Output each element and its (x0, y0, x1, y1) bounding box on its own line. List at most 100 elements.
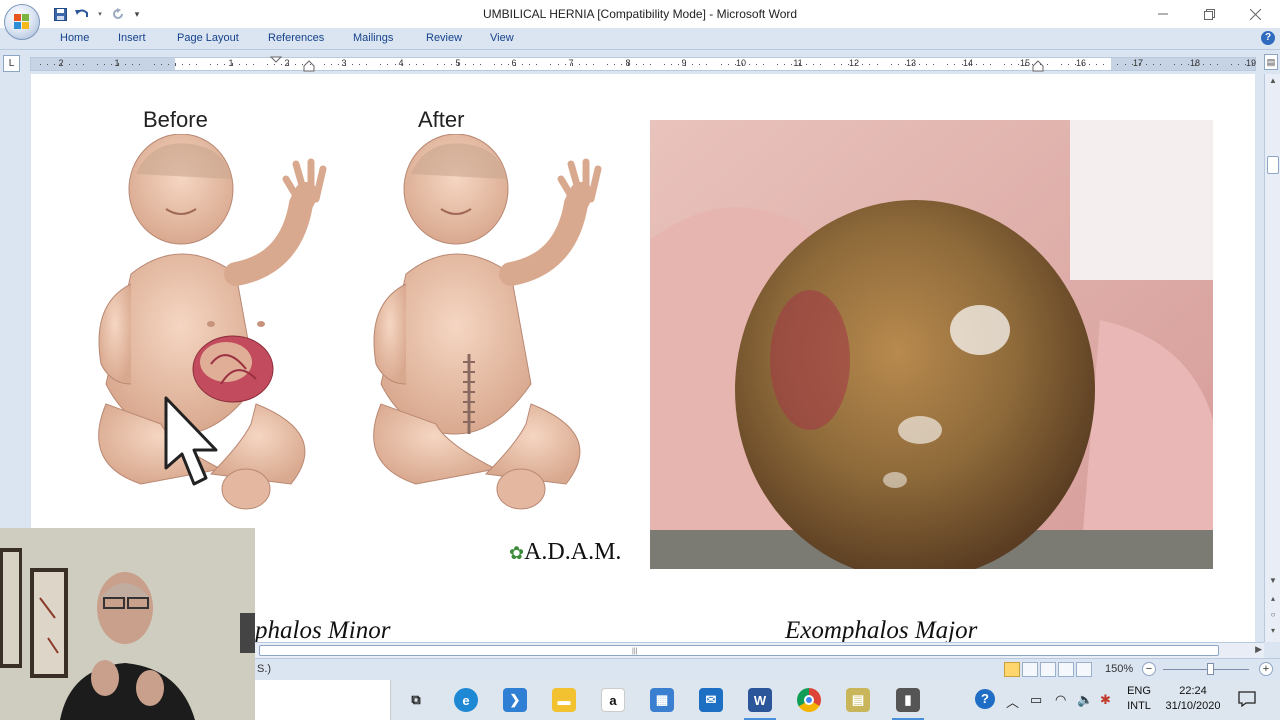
presenter-icon[interactable]: ▮ (896, 688, 920, 712)
tab-home[interactable]: Home (60, 32, 89, 44)
ruler-tick (111, 64, 112, 65)
language-status[interactable]: S.) (257, 663, 271, 675)
task-view-icon[interactable]: ⧉ (404, 688, 428, 712)
word-window: ▾ ▾ UMBILICAL HERNIA [Compatibility Mode… (0, 0, 1280, 720)
ruler-tick (344, 63, 346, 66)
ruler-tick (1060, 64, 1062, 65)
tab-selector-button[interactable]: L (3, 55, 20, 72)
office-button[interactable] (4, 4, 40, 40)
word-icon[interactable]: W (748, 688, 772, 712)
caption-exomphalos-major: Exomphalos Major (785, 617, 978, 642)
tab-references[interactable]: References (268, 32, 324, 44)
vertical-scroll-thumb[interactable] (1267, 156, 1279, 174)
ruler-number: 16 (1075, 58, 1087, 68)
visual-studio-icon[interactable]: ❯ (503, 688, 527, 712)
ruler-tick (472, 64, 474, 65)
ruler-tick (855, 63, 857, 66)
ruler-row: L 2 1 1 2 3 4 5 6 7 8 9 10 11 12 13 14 1… (0, 52, 1280, 74)
ruler-tick (515, 63, 516, 66)
ruler-tick (1230, 64, 1232, 65)
ruler-tick (933, 64, 935, 65)
ruler-tick (529, 64, 531, 65)
file-explorer-icon[interactable]: ▬ (552, 688, 576, 712)
wifi-icon[interactable]: ◠ (1055, 692, 1066, 708)
next-page-icon[interactable]: ▾ (1268, 626, 1278, 636)
battery-icon[interactable]: ▭ (1030, 692, 1042, 708)
close-icon[interactable] (1232, 0, 1278, 28)
full-screen-reading-view-button[interactable] (1022, 662, 1038, 677)
ruler-tick (706, 64, 708, 65)
ruler-tick (139, 64, 141, 65)
ruler-tick (174, 63, 176, 66)
mail-icon[interactable]: ✉ (699, 688, 723, 712)
select-browse-object-icon[interactable]: ○ (1268, 610, 1278, 620)
zoom-slider-thumb[interactable] (1207, 663, 1214, 675)
chrome-icon[interactable] (797, 688, 821, 712)
tab-page-layout[interactable]: Page Layout (177, 32, 239, 44)
draft-view-button[interactable] (1076, 662, 1092, 677)
ruler-tick (919, 64, 920, 65)
ruler-tick (621, 64, 623, 65)
tab-insert[interactable]: Insert (118, 32, 146, 44)
ruler-tick (763, 64, 765, 65)
right-indent-marker[interactable] (1032, 60, 1044, 72)
notifications-icon[interactable] (1238, 690, 1256, 711)
scroll-up-icon[interactable]: ▲ (1268, 76, 1278, 86)
minimize-icon[interactable] (1140, 0, 1186, 28)
ruler-tick (1096, 64, 1098, 65)
outline-view-button[interactable] (1058, 662, 1074, 677)
zoom-out-button[interactable]: − (1142, 662, 1156, 676)
vertical-scrollbar[interactable]: ▲ ▼ ▴ ○ ▾ (1264, 74, 1280, 642)
grip-icon: ||| (632, 648, 638, 655)
ruler-tick (352, 64, 353, 65)
ruler-tick (550, 64, 552, 65)
microsoft-store-icon[interactable]: ▦ (650, 688, 674, 712)
ruler-tick (295, 64, 297, 65)
ruler-tick (196, 64, 198, 65)
language-indicator[interactable]: ENG INTL (1121, 685, 1157, 712)
tab-view[interactable]: View (490, 32, 514, 44)
show-hidden-icons-icon[interactable]: ︿ (1006, 692, 1019, 711)
horizontal-scrollbar[interactable]: ||| ▶ (255, 642, 1264, 658)
help-icon[interactable]: ? (1261, 31, 1275, 45)
zoom-in-button[interactable]: + (1259, 662, 1273, 676)
restore-icon[interactable] (1186, 0, 1232, 28)
left-indent-marker[interactable] (303, 60, 315, 72)
help-tray-icon[interactable]: ? (975, 689, 995, 709)
print-layout-view-button[interactable] (1004, 662, 1020, 677)
horizontal-scroll-thumb[interactable]: ||| (259, 645, 1219, 656)
ruler-tick (678, 64, 679, 65)
horizontal-ruler[interactable]: 2 1 1 2 3 4 5 6 7 8 9 10 11 12 13 14 15 … (30, 56, 1256, 72)
ruler-tick (876, 64, 878, 65)
view-ruler-icon[interactable]: ▤ (1264, 54, 1278, 70)
taskbar-search-area[interactable] (255, 680, 391, 720)
amazon-icon[interactable]: a (601, 688, 625, 712)
ruler-tick (692, 64, 694, 65)
tab-mailings[interactable]: Mailings (353, 32, 393, 44)
ruler-tick (947, 64, 949, 65)
zoom-slider-track[interactable] (1163, 669, 1249, 670)
previous-page-icon[interactable]: ▴ (1268, 594, 1278, 604)
ruler-tick (96, 64, 98, 65)
scroll-down-icon[interactable]: ▼ (1268, 576, 1278, 586)
antivirus-icon[interactable]: ✱ (1100, 692, 1111, 708)
ruler-tick (734, 64, 736, 65)
ruler-tick (103, 64, 105, 65)
scroll-right-icon[interactable]: ▶ (1255, 644, 1262, 655)
clock-date: 31/10/2020 (1165, 700, 1221, 712)
ruler-tick (564, 64, 566, 65)
web-layout-view-button[interactable] (1040, 662, 1056, 677)
clock[interactable]: 22:24 31/10/2020 (1159, 685, 1227, 712)
ruler-tick (954, 64, 956, 65)
zoom-level[interactable]: 150% (1105, 663, 1133, 675)
ruler-tick (748, 64, 750, 65)
ruler-tick (869, 64, 871, 65)
status-bar: S.) 150% − + (255, 658, 1280, 680)
ruler-tick (359, 64, 361, 65)
volume-icon[interactable]: 🔈 (1077, 692, 1093, 708)
notes-icon[interactable]: ▤ (846, 688, 870, 712)
tab-review[interactable]: Review (426, 32, 462, 44)
edge-icon[interactable]: e (454, 688, 478, 712)
ruler-tick (897, 64, 899, 65)
ruler-tick (777, 64, 779, 65)
